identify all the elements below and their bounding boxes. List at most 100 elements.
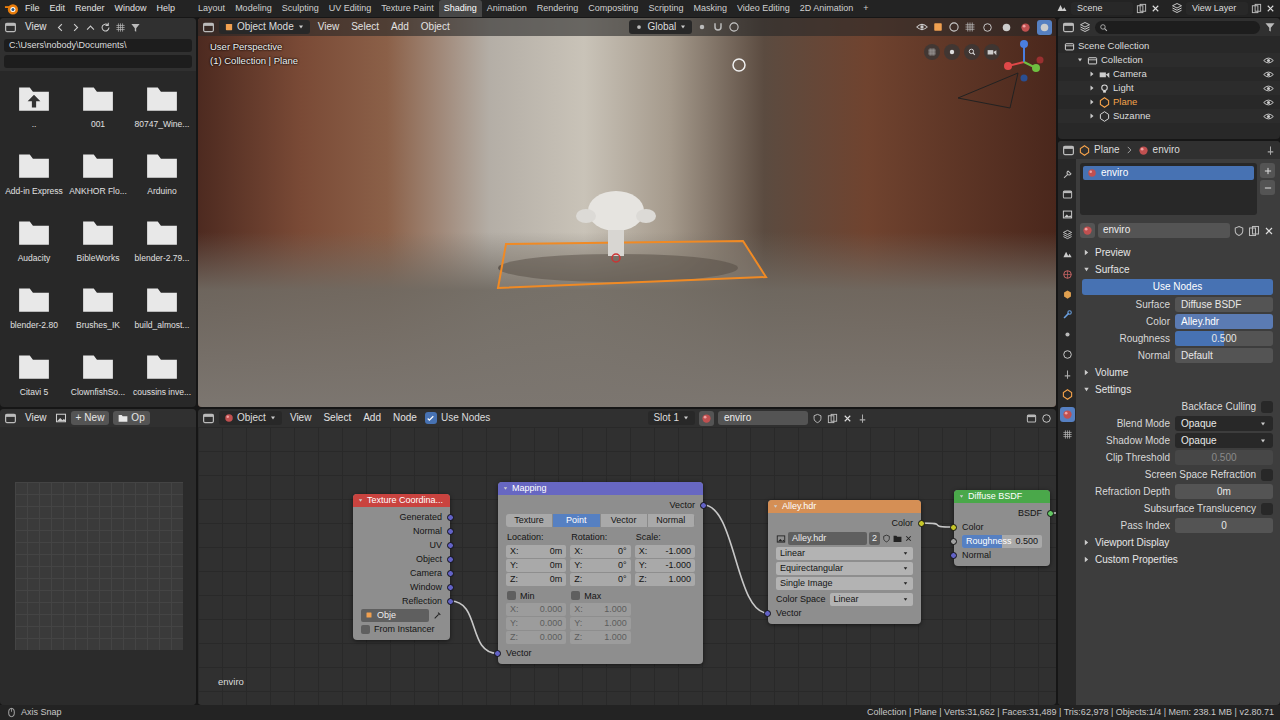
node-dropdown[interactable]: Equirectangular [776,562,913,575]
object-field[interactable]: Obje [361,609,429,622]
panel-header[interactable]: Settings [1080,381,1275,398]
properties-tab[interactable] [1060,307,1075,322]
close-icon[interactable] [1150,3,1161,14]
collapsed-arrow-icon[interactable] [1088,70,1096,78]
xray-icon[interactable] [964,21,976,33]
folder-item[interactable]: blender-2.79... [130,213,194,280]
number-field[interactable]: X:-1.000 [635,545,695,558]
outliner-row[interactable]: Light [1058,81,1280,95]
node-header[interactable]: Alley.hdr [768,500,921,513]
node-link[interactable] [922,523,954,527]
image-users-count[interactable]: 2 [869,532,880,545]
pin-icon[interactable] [857,413,868,424]
image-icon[interactable] [55,412,67,424]
overlay-icon[interactable] [948,21,960,33]
node-dropdown[interactable]: Linear [776,547,913,560]
texcoord-node[interactable]: Texture Coordina...GeneratedNormalUVObje… [353,494,450,640]
node-header[interactable]: Texture Coordina... [353,494,450,507]
folder-item[interactable]: coussins inve... [130,347,194,407]
properties-tab[interactable] [1060,327,1075,342]
menu-item[interactable]: View [286,411,316,425]
socket[interactable] [950,538,957,545]
copy-icon[interactable] [1136,3,1147,14]
property-value[interactable]: 0 [1175,518,1273,533]
properties-tab[interactable] [1060,427,1075,442]
use-nodes-button[interactable]: Use Nodes [1082,279,1273,295]
scene-field[interactable]: Scene [1071,2,1133,15]
number-field[interactable]: X:1.000 [570,603,630,616]
fake-user-icon[interactable] [812,413,823,424]
add-slot-button[interactable] [1260,163,1275,178]
image-canvas[interactable] [0,427,196,705]
folder-item[interactable]: Citavi 5 [2,347,66,407]
new-image-button[interactable]: +New [71,411,110,425]
socket[interactable] [447,584,454,591]
menu-item[interactable]: Edit [46,2,70,15]
number-field[interactable]: Y:0° [570,559,630,572]
folder-item[interactable]: 80747_Wine... [130,79,194,146]
socket[interactable] [447,556,454,563]
properties-tab[interactable] [1060,407,1075,422]
workspace-tab[interactable]: Shading [439,0,482,17]
visibility-eye-icon[interactable] [1263,55,1274,66]
folder-item[interactable]: 001 [66,79,130,146]
unlink-icon[interactable] [1263,225,1275,237]
menu-item[interactable]: Window [111,2,151,15]
number-field[interactable]: Y:0.000 [506,617,566,630]
number-field[interactable]: Z:0.000 [506,631,566,644]
property-value[interactable]: Opaque [1175,416,1273,431]
collapsed-arrow-icon[interactable] [1088,98,1096,106]
copy-icon[interactable] [827,413,838,424]
number-field[interactable]: Y:0m [506,559,566,572]
axis-gizmo[interactable] [1000,38,1048,86]
panel-header[interactable]: Custom Properties [1080,551,1275,568]
number-field[interactable]: X:0.000 [506,603,566,616]
menu-item[interactable]: Render [71,2,109,15]
node-link[interactable] [704,505,768,613]
visibility-icon[interactable] [916,21,928,33]
number-field[interactable]: Y:1.000 [570,617,630,630]
outliner-row[interactable]: Collection [1058,53,1280,67]
view-layer-icon[interactable] [1171,2,1183,14]
limit-toggle[interactable]: Min [506,590,566,603]
blender-logo-icon[interactable] [4,1,19,16]
collapsed-arrow-icon[interactable] [1088,84,1096,92]
number-field[interactable]: X:0° [570,545,630,558]
panel-header[interactable]: Preview [1080,244,1275,261]
proportional-icon[interactable] [728,21,740,33]
material-name-field[interactable]: enviro [1098,223,1230,238]
open-folder-icon[interactable] [893,534,902,543]
refresh-icon[interactable] [100,22,111,33]
forward-arrow-icon[interactable] [70,22,81,33]
orientation-dropdown[interactable]: Global [629,20,692,34]
property-value[interactable]: 0m [1175,484,1273,499]
remove-slot-button[interactable] [1260,180,1275,195]
outliner-search-field[interactable] [1095,21,1260,34]
shading-mode-button[interactable] [980,20,995,35]
workspace-tab[interactable]: Animation [482,0,532,17]
use-nodes-toggle[interactable]: Use Nodes [425,412,490,424]
collapse-arrow-icon[interactable] [357,497,364,504]
mapping-type-tab[interactable]: Normal [648,514,695,527]
workspace-tab[interactable]: Scripting [643,0,688,17]
gizmo-icon[interactable] [932,21,944,33]
browse-material-button[interactable] [699,411,714,426]
menu-item[interactable]: Select [347,20,383,34]
property-value[interactable]: Diffuse BSDF [1175,297,1273,312]
property-value[interactable]: Alley.hdr [1175,314,1273,329]
scene-icon[interactable] [1056,2,1068,14]
properties-tab[interactable] [1060,187,1075,202]
number-field[interactable]: Z:0m [506,573,566,586]
properties-tab[interactable] [1060,347,1075,362]
editor-type-icon[interactable] [1062,144,1075,157]
socket[interactable] [1047,510,1054,517]
workspace-tab[interactable]: 2D Animation [795,0,859,17]
properties-tab[interactable] [1060,287,1075,302]
socket[interactable] [764,610,771,617]
copy-icon[interactable] [1248,225,1260,237]
folder-item[interactable]: Add-in Express [2,146,66,213]
3d-viewport[interactable]: Object ModeViewSelectAddObjectGlobalUser… [198,18,1056,407]
collapse-arrow-icon[interactable] [502,485,509,492]
folder-item[interactable]: ANKHOR Flo... [66,146,130,213]
mapping-type-tab[interactable]: Vector [601,514,648,527]
